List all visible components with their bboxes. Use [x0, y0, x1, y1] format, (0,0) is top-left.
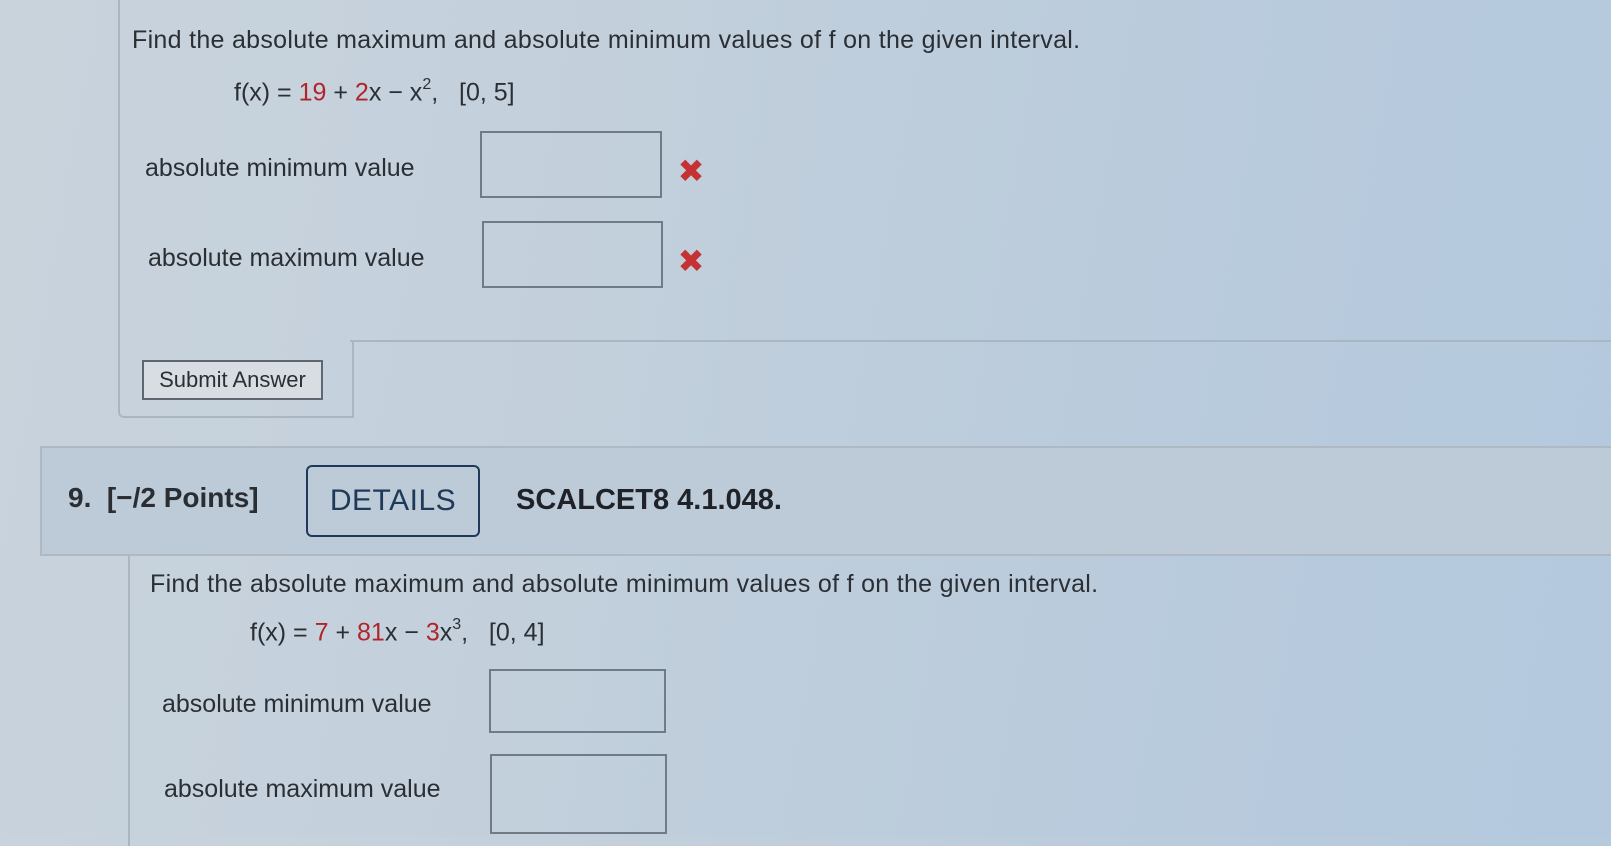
- details-button[interactable]: DETAILS: [306, 465, 480, 537]
- question-9-min-input[interactable]: [489, 669, 666, 733]
- question-8-min-input[interactable]: [480, 131, 662, 198]
- incorrect-x-icon: ✖: [677, 153, 705, 189]
- question-9-header: [40, 446, 1611, 556]
- question-8-min-label: absolute minimum value: [145, 154, 415, 182]
- submit-answer-button[interactable]: Submit Answer: [142, 360, 323, 400]
- question-9-code: SCALCET8 4.1.048.: [516, 484, 782, 516]
- question-9-points: 9. [−/2 Points]: [68, 482, 259, 513]
- question-9-formula: f(x) = 7 + 81x − 3x3, [0, 4]: [250, 616, 545, 647]
- question-8-formula: f(x) = 19 + 2x − x2, [0, 5]: [234, 76, 515, 107]
- question-9-min-label: absolute minimum value: [162, 690, 432, 718]
- incorrect-x-icon: ✖: [677, 243, 705, 279]
- question-8-prompt: Find the absolute maximum and absolute m…: [132, 26, 1081, 54]
- question-8-max-input[interactable]: [482, 221, 663, 288]
- question-9-max-label: absolute maximum value: [164, 775, 441, 803]
- question-9-prompt: Find the absolute maximum and absolute m…: [150, 570, 1099, 598]
- question-8-max-label: absolute maximum value: [148, 244, 425, 272]
- divider-line: [350, 340, 1611, 342]
- question-9-max-input[interactable]: [490, 754, 667, 834]
